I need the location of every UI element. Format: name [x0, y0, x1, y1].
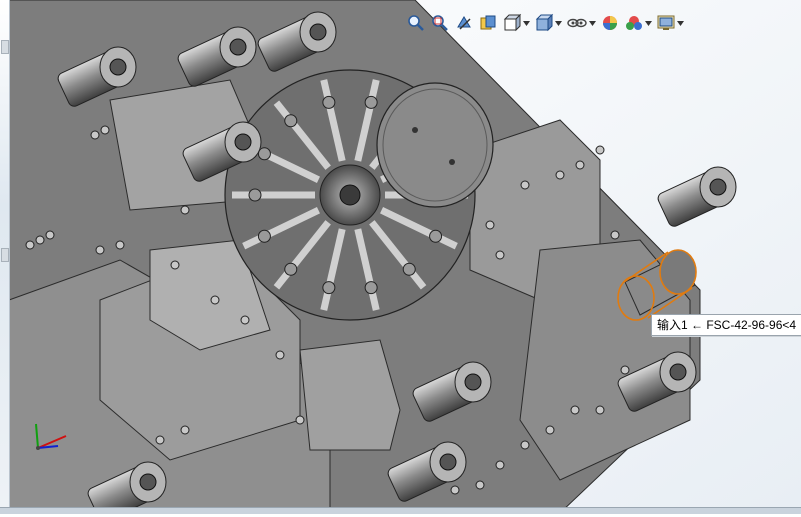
display-style-icon — [535, 13, 554, 32]
hide-show-items-icon — [567, 18, 587, 28]
bolt — [450, 485, 460, 495]
panel-tab[interactable] — [1, 40, 9, 54]
bolt — [595, 145, 605, 155]
spoke-bolt — [322, 281, 336, 295]
assembly-model[interactable] — [0, 0, 801, 517]
chevron-down-icon[interactable] — [554, 11, 562, 35]
chevron-down-icon[interactable] — [522, 11, 530, 35]
section-view-icon — [480, 15, 496, 30]
bolt — [555, 170, 565, 180]
left-panel-edge[interactable] — [0, 0, 10, 513]
bolt — [520, 440, 530, 450]
view-settings-icon — [657, 15, 675, 30]
spoke-bolt — [322, 95, 336, 109]
bolt — [210, 295, 220, 305]
spoke-bolt — [364, 281, 378, 295]
bolt — [155, 435, 165, 445]
bolt — [610, 230, 620, 240]
mate-reference-tooltip: 输入1 ← FSC-42-96-96<4 — [651, 314, 801, 336]
spoke-bolt — [402, 262, 416, 276]
zoom-area-icon — [432, 15, 448, 31]
spoke-bolt — [364, 95, 378, 109]
view-settings-button[interactable] — [655, 11, 685, 35]
bolt — [180, 425, 190, 435]
chevron-down-icon[interactable] — [644, 11, 652, 35]
edit-appearance-icon — [603, 16, 617, 30]
heads-up-view-toolbar — [405, 8, 685, 38]
bolt — [25, 240, 35, 250]
spoke-bolt — [429, 229, 443, 243]
chevron-down-icon[interactable] — [588, 11, 596, 35]
bottom-block — [299, 339, 401, 451]
bolt — [575, 160, 585, 170]
chevron-down-icon[interactable] — [676, 11, 684, 35]
bolt — [295, 415, 305, 425]
bolt — [485, 220, 495, 230]
bolt — [170, 260, 180, 270]
graphics-area[interactable] — [0, 0, 801, 517]
bolt — [115, 240, 125, 250]
bolt — [595, 405, 605, 415]
previous-view-icon — [457, 16, 471, 30]
spoke-bolt — [284, 262, 298, 276]
bolt — [620, 365, 630, 375]
spoke-bolt — [284, 114, 298, 128]
bolt — [520, 180, 530, 190]
bolt — [45, 230, 55, 240]
edit-appearance-button[interactable] — [599, 11, 621, 35]
bolt — [35, 235, 45, 245]
collapse-arrow-icon[interactable] — [1, 248, 9, 262]
bolt — [180, 205, 190, 215]
bolt — [545, 425, 555, 435]
spoke-bolt — [248, 188, 262, 202]
apply-scene-button[interactable] — [623, 11, 653, 35]
bolt — [240, 315, 250, 325]
bolt — [495, 250, 505, 260]
zoom-area-button[interactable] — [429, 11, 451, 35]
bolt — [95, 245, 105, 255]
hide-show-items-button[interactable] — [565, 11, 597, 35]
bolt — [90, 130, 100, 140]
apply-scene-icon — [626, 16, 642, 30]
display-style-button[interactable] — [533, 11, 563, 35]
bolt — [275, 350, 285, 360]
previous-view-button[interactable] — [453, 11, 475, 35]
section-view-button[interactable] — [477, 11, 499, 35]
bolt — [495, 460, 505, 470]
bolt — [100, 125, 110, 135]
zoom-to-fit-button[interactable] — [405, 11, 427, 35]
view-orientation-icon — [503, 13, 522, 32]
view-orientation-button[interactable] — [501, 11, 531, 35]
bolt — [475, 480, 485, 490]
bolt — [570, 405, 580, 415]
index-disc — [376, 82, 494, 208]
spoke-bolt — [257, 229, 271, 243]
zoom-to-fit-icon — [408, 15, 424, 31]
